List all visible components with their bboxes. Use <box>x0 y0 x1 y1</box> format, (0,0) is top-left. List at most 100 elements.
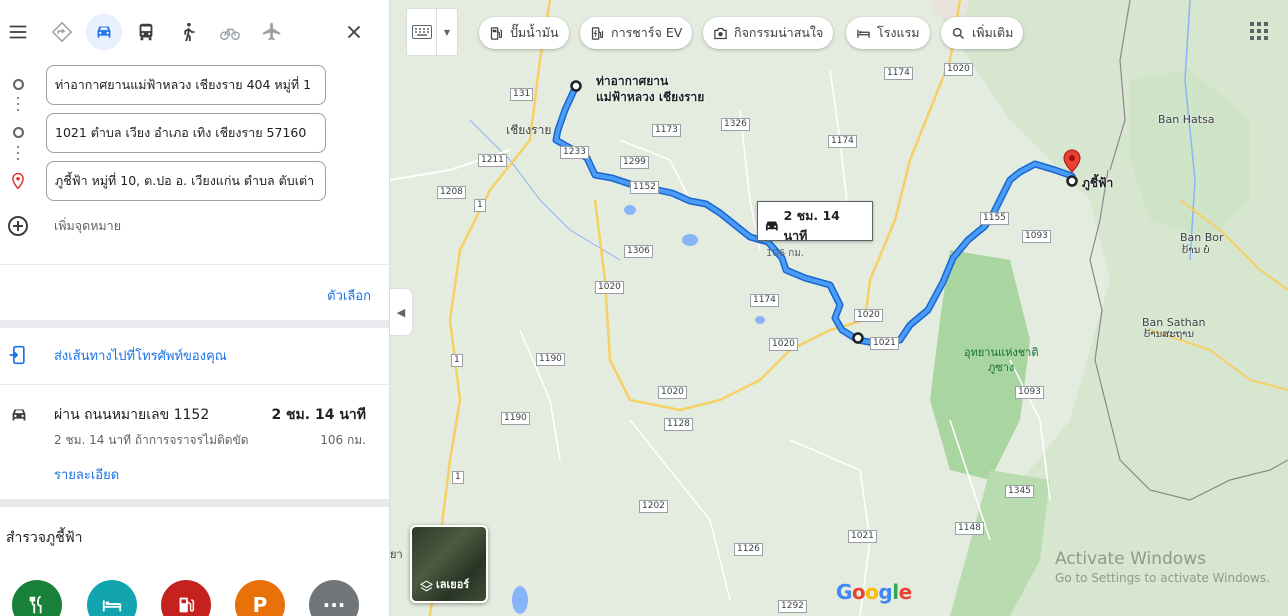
route-option[interactable]: ผ่าน ถนนหมายเลข 1152 2 ชม. 14 นาที 2 ชม.… <box>0 400 389 490</box>
keyboard-icon <box>411 25 432 39</box>
road-shield: 1174 <box>828 135 857 148</box>
chevron-down-icon[interactable]: ▼ <box>437 28 457 37</box>
chip-more[interactable]: เพิ่มเติม <box>941 17 1024 49</box>
explore-title: สำรวจภูชี้ฟ้า <box>6 530 83 546</box>
chip-hotels[interactable]: โรงแรม <box>846 17 930 49</box>
road-shield: 1 <box>451 354 463 367</box>
destination-label: ภูชี้ฟ้า <box>1082 176 1114 190</box>
road-shield: 1155 <box>980 212 1009 225</box>
road-shield: 1020 <box>658 386 687 399</box>
road-shield: 1174 <box>750 294 779 307</box>
stop-input[interactable] <box>46 113 326 153</box>
tooltip-duration: 2 ชม. 14 นาที <box>783 208 840 243</box>
parking-icon[interactable]: P <box>235 580 285 616</box>
send-to-phone-label: ส่งเส้นทางไปที่โทรศัพท์ของคุณ <box>54 348 227 364</box>
add-destination-label: เพิ่มจุดหมาย <box>54 218 122 233</box>
destination-marker <box>1066 175 1078 187</box>
hotel-icon <box>857 29 870 38</box>
gas-station-icon[interactable] <box>161 580 211 616</box>
destination-pin-icon <box>9 172 27 190</box>
road-shield: 1 <box>474 199 486 212</box>
road-shield: 1021 <box>848 530 877 543</box>
map-canvas[interactable]: ท่าอากาศยาน แม่ฟ้าหลวง เชียงราย ภูชี้ฟ้า… <box>390 0 1288 616</box>
route-subtitle: 2 ชม. 14 นาที ถ้าการจราจรไม่ติดขัด <box>54 433 249 447</box>
more-icon[interactable]: ··· <box>309 580 359 616</box>
route-distance: 106 กม. <box>320 433 366 447</box>
origin-label: แม่ฟ้าหลวง เชียงราย <box>596 90 705 104</box>
origin-input[interactable] <box>46 65 326 105</box>
route-dots <box>17 146 19 164</box>
road-shield: 1020 <box>944 63 973 76</box>
town-label: Ban Sathan <box>1142 316 1206 329</box>
travel-mode-bar <box>0 10 389 54</box>
plane-icon[interactable] <box>254 14 290 50</box>
layers-label: เลเยอร์ <box>436 578 470 591</box>
chip-label: การชาร์จ EV <box>611 25 683 40</box>
close-icon[interactable] <box>336 14 372 50</box>
car-icon <box>12 409 26 421</box>
car-icon[interactable] <box>86 14 122 50</box>
divider <box>0 264 389 265</box>
input-tools-button[interactable]: ▼ <box>406 8 458 56</box>
hotel-icon[interactable] <box>87 580 137 616</box>
road-shield: 1326 <box>721 118 750 131</box>
edge-label: ยา <box>390 548 403 561</box>
road-shield: 1020 <box>769 338 798 351</box>
divider <box>0 384 389 385</box>
bike-icon[interactable] <box>212 14 248 50</box>
road-shield: 1292 <box>778 600 807 613</box>
road-shield: 1093 <box>1015 386 1044 399</box>
section-gap <box>0 320 389 328</box>
bus-icon[interactable] <box>128 14 164 50</box>
layers-icon <box>420 580 433 592</box>
road-shield: 1174 <box>884 67 913 80</box>
walk-icon[interactable] <box>170 14 206 50</box>
road-shield: 1128 <box>664 418 693 431</box>
chip-gas[interactable]: ปั๊มน้ำมัน <box>479 17 569 49</box>
layers-button[interactable]: เลเยอร์ <box>410 525 488 603</box>
chip-ev-charging[interactable]: การชาร์จ EV <box>580 17 693 49</box>
route-dots <box>17 97 19 115</box>
stop-marker <box>852 332 864 344</box>
send-to-phone-button[interactable]: ส่งเส้นทางไปที่โทรศัพท์ของคุณ <box>8 340 378 370</box>
directions-panel: เพิ่มจุดหมาย ตัวเลือก ส่งเส้นทางไปที่โทร… <box>0 0 390 616</box>
road-shield: 1020 <box>595 281 624 294</box>
menu-icon[interactable] <box>0 14 36 50</box>
destination-input[interactable] <box>46 161 326 201</box>
options-link[interactable]: ตัวเลือก <box>327 285 371 306</box>
details-link[interactable]: รายละเอียด <box>54 464 119 485</box>
activate-line2: Go to Settings to activate Windows. <box>1055 571 1270 585</box>
car-icon <box>765 221 778 231</box>
town-label: ບ້ານ ບໍ່ <box>1182 245 1210 256</box>
add-destination-button[interactable]: เพิ่มจุดหมาย <box>8 216 121 236</box>
send-to-phone-icon <box>9 345 25 365</box>
road-shield: 1211 <box>478 154 507 167</box>
chip-attractions[interactable]: กิจกรรมน่าสนใจ <box>703 17 834 49</box>
road-shield: 1093 <box>1022 230 1051 243</box>
add-circle-icon <box>8 216 28 236</box>
restaurant-icon[interactable] <box>12 580 62 616</box>
tooltip-distance: 106 กม. <box>766 248 805 259</box>
chip-label: กิจกรรมน่าสนใจ <box>734 25 824 40</box>
road-shield: 1152 <box>630 181 659 194</box>
chip-label: โรงแรม <box>877 25 920 40</box>
road-shield: 131 <box>510 88 534 101</box>
route-duration-tooltip[interactable]: 2 ชม. 14 นาที 106 กม. <box>757 201 873 259</box>
route-duration: 2 ชม. 14 นาที <box>271 407 366 423</box>
activate-line1: Activate Windows <box>1055 549 1206 569</box>
directions-diamond-icon[interactable] <box>44 14 80 50</box>
road-shield: 1021 <box>870 337 899 350</box>
road-shield: 1306 <box>624 245 653 258</box>
town-label: Ban Bor <box>1180 231 1224 244</box>
road-shield: 1020 <box>854 309 883 322</box>
town-label: Ban Hatsa <box>1158 113 1215 126</box>
section-gap <box>0 499 389 507</box>
town-label: ບ້ານສະຖານ <box>1144 329 1195 340</box>
road-shield: 1126 <box>734 543 763 556</box>
road-shield: 1173 <box>652 124 681 137</box>
collapse-panel-button[interactable]: ◀ <box>390 288 413 336</box>
road-shield: 1208 <box>437 186 466 199</box>
apps-grid-icon[interactable] <box>1250 22 1268 44</box>
road-shield: 1202 <box>639 500 668 513</box>
road-shield: 1345 <box>1005 485 1034 498</box>
